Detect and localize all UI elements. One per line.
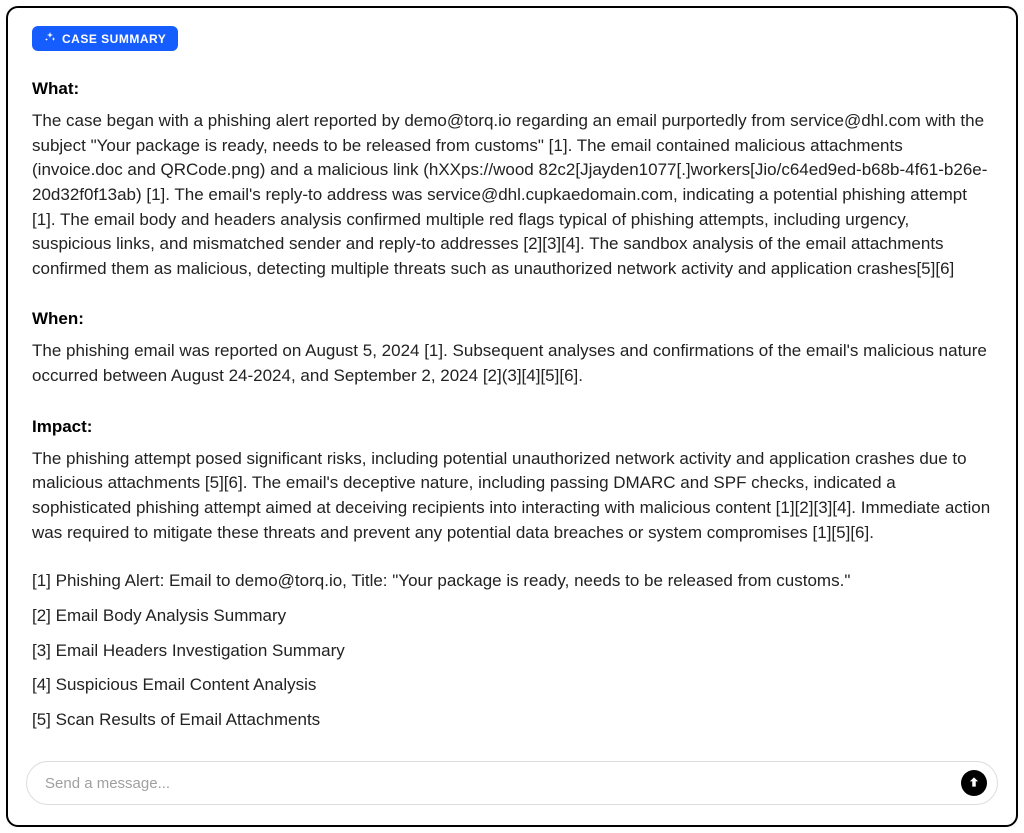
reference-item: [5] Scan Results of Email Attachments — [32, 708, 992, 733]
when-body: The phishing email was reported on Augus… — [32, 339, 992, 388]
app-frame: CASE SUMMARY What: The case began with a… — [6, 6, 1018, 827]
when-heading: When: — [32, 309, 992, 329]
sparkle-icon — [44, 31, 56, 46]
references-list: [1] Phishing Alert: Email to demo@torq.i… — [32, 569, 992, 745]
reference-item: [3] Email Headers Investigation Summary — [32, 639, 992, 664]
summary-content: CASE SUMMARY What: The case began with a… — [8, 8, 1016, 745]
composer-area — [8, 745, 1016, 825]
reference-item: [2] Email Body Analysis Summary — [32, 604, 992, 629]
impact-heading: Impact: — [32, 417, 992, 437]
reference-item: [1] Phishing Alert: Email to demo@torq.i… — [32, 569, 992, 594]
impact-body: The phishing attempt posed significant r… — [32, 447, 992, 546]
message-input[interactable] — [45, 775, 961, 792]
send-button[interactable] — [961, 770, 987, 796]
case-summary-badge: CASE SUMMARY — [32, 26, 178, 51]
message-composer[interactable] — [26, 761, 998, 805]
badge-label: CASE SUMMARY — [62, 32, 166, 46]
reference-item: [4] Suspicious Email Content Analysis — [32, 673, 992, 698]
what-body: The case began with a phishing alert rep… — [32, 109, 992, 281]
what-heading: What: — [32, 79, 992, 99]
arrow-up-icon — [967, 775, 981, 792]
